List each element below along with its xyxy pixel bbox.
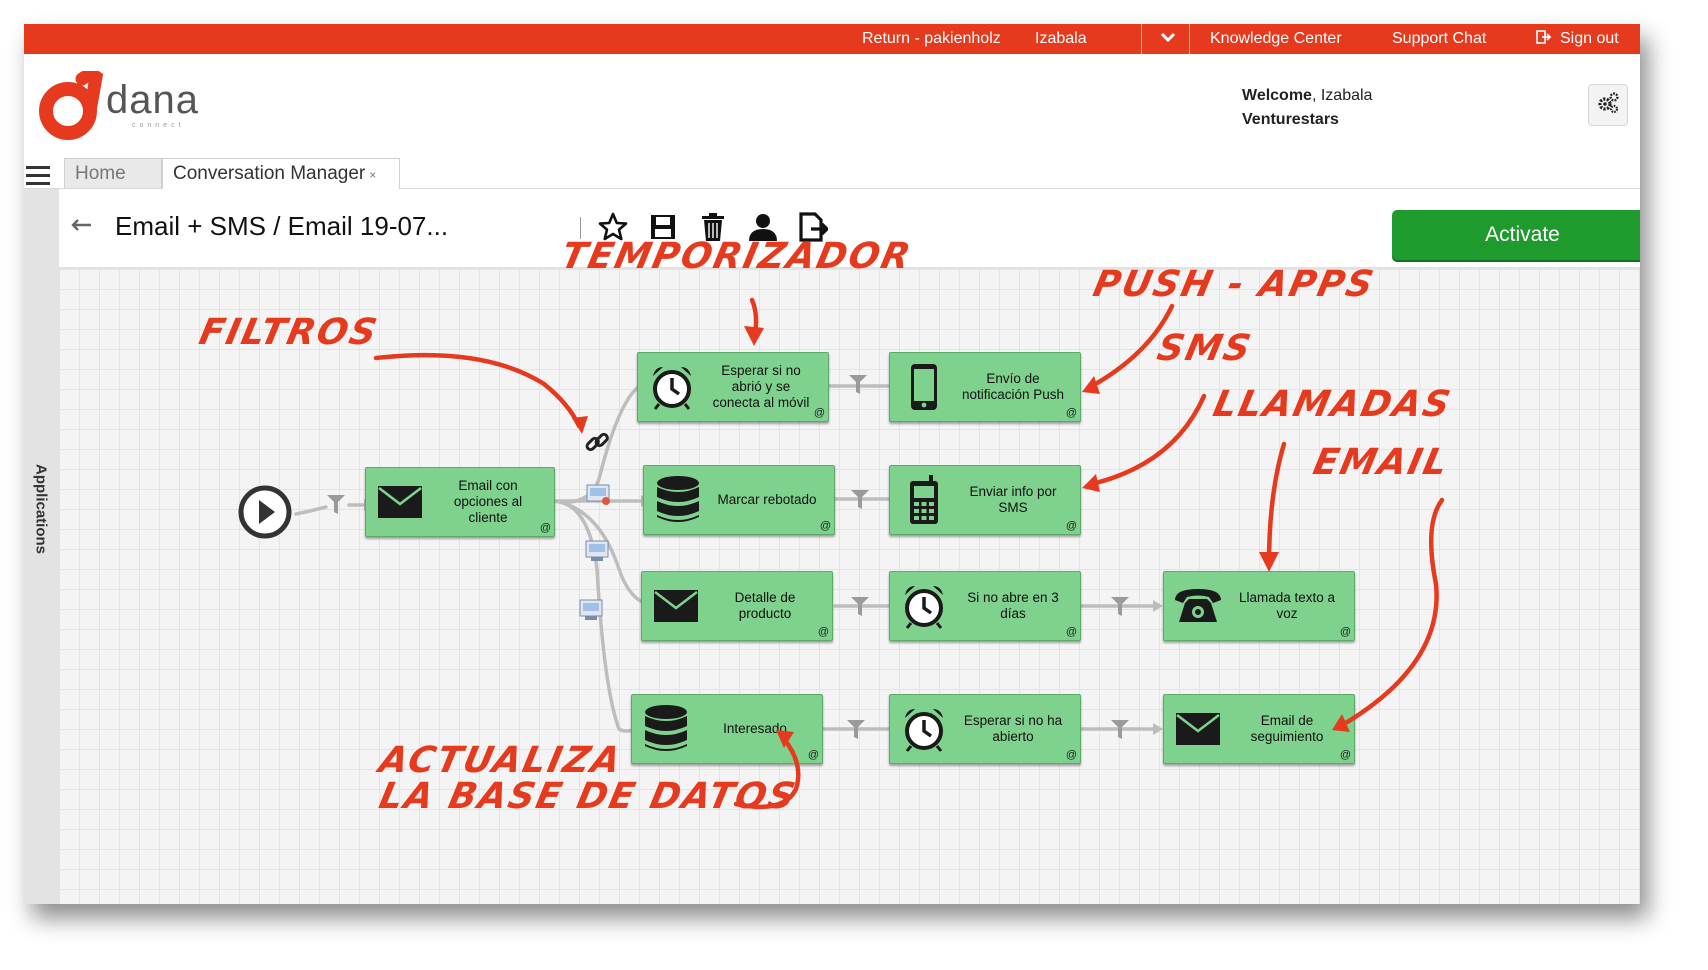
- annotation-label: EMAIL: [1309, 442, 1453, 483]
- app-window: Return - pakienholz Izabala Knowledge Ce…: [24, 24, 1640, 904]
- annotation-label: LA BASE DE DATOS: [375, 776, 801, 817]
- annotation-label: PUSH - APPS: [1089, 264, 1379, 305]
- annotation-label: LLAMADAS: [1209, 384, 1456, 425]
- annotation-label: SMS: [1153, 328, 1257, 369]
- annotation-label: FILTROS: [195, 312, 383, 353]
- annotation-label: TEMPORIZADOR: [557, 236, 916, 277]
- annotation-label: ACTUALIZA: [375, 740, 626, 781]
